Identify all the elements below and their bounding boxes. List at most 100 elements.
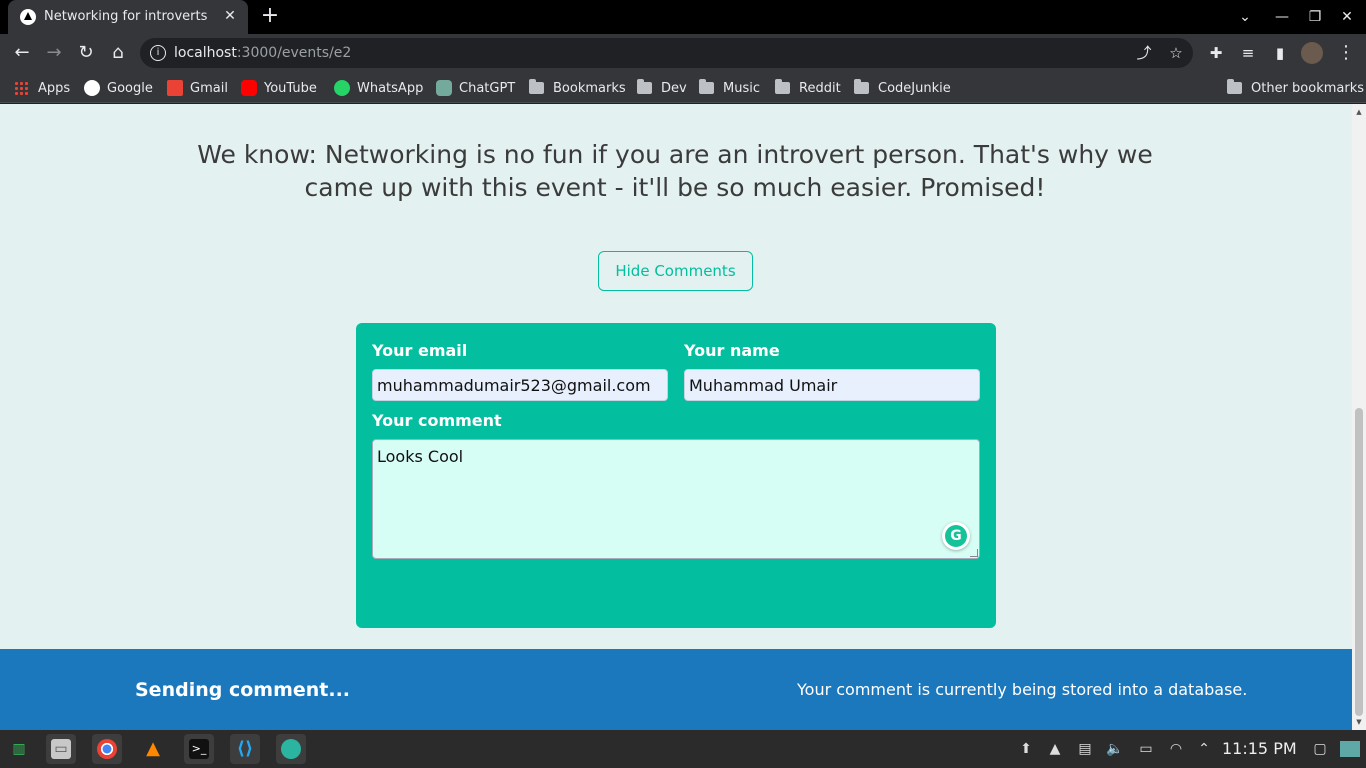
- taskbar-vscode[interactable]: ⟨⟩: [230, 734, 260, 764]
- media-queue-icon[interactable]: ≡: [1236, 41, 1260, 65]
- bookmark-label: Dev: [661, 80, 687, 96]
- taskbar-files[interactable]: ▭: [46, 734, 76, 764]
- notification-bar: Sending comment... Your comment is curre…: [0, 649, 1352, 730]
- close-window-button[interactable]: ✕: [1335, 6, 1359, 28]
- bookmark-star-icon[interactable]: ☆: [1166, 43, 1186, 63]
- bookmark-folder-dev[interactable]: Dev: [637, 78, 687, 98]
- nextjs-favicon-icon: [20, 9, 36, 25]
- browser-toolbar: ← → ↻ ⌂ i localhost:3000/events/e2 ⤴ ☆ ✚…: [0, 34, 1366, 72]
- page-scrollbar[interactable]: ▲ ▼: [1352, 104, 1366, 730]
- url-path: :3000/events/e2: [236, 45, 352, 61]
- gmail-icon: [167, 80, 183, 96]
- scroll-up-arrow-icon[interactable]: ▲: [1355, 108, 1363, 116]
- aperture-icon: [281, 739, 301, 759]
- taskbar-vlc[interactable]: ▲: [138, 734, 168, 764]
- show-desktop-icon[interactable]: ▢: [1310, 739, 1330, 759]
- bookmark-folder-bookmarks[interactable]: Bookmarks: [529, 78, 626, 98]
- bookmark-folder-reddit[interactable]: Reddit: [775, 78, 841, 98]
- tray-expand-icon[interactable]: ⌃: [1194, 739, 1214, 759]
- url-host: localhost: [174, 45, 237, 61]
- terminal-icon: >_: [189, 739, 209, 759]
- grammarly-icon[interactable]: [942, 522, 970, 550]
- new-tab-button[interactable]: +: [258, 4, 282, 28]
- bookmark-label: Google: [107, 80, 153, 96]
- email-field[interactable]: muhammadumair523@gmail.com: [372, 369, 668, 401]
- bookmark-label: Apps: [38, 80, 71, 96]
- bookmark-whatsapp[interactable]: WhatsApp: [334, 78, 423, 98]
- update-icon[interactable]: ⬆: [1016, 739, 1036, 759]
- bookmark-label: Gmail: [190, 80, 228, 96]
- tab-close-icon[interactable]: ✕: [220, 6, 240, 26]
- tab-title: Networking for introverts: [44, 9, 208, 24]
- browser-tab[interactable]: Networking for introverts ✕: [8, 0, 248, 34]
- bookmark-label: ChatGPT: [459, 80, 516, 96]
- page-content: We know: Networking is no fun if you are…: [0, 104, 1352, 730]
- taskbar-app[interactable]: [276, 734, 306, 764]
- taskbar-chrome[interactable]: [92, 734, 122, 764]
- reload-icon[interactable]: ↻: [74, 41, 98, 65]
- bookmark-label: CodeJunkie: [878, 80, 951, 96]
- extensions-puzzle-icon[interactable]: ✚: [1204, 41, 1228, 65]
- youtube-icon: [241, 80, 257, 96]
- bookmark-label: Bookmarks: [553, 80, 626, 96]
- folder-icon: [1227, 79, 1242, 94]
- bookmark-google[interactable]: Google: [84, 78, 153, 98]
- restore-button[interactable]: ❐: [1303, 6, 1327, 28]
- side-panel-icon[interactable]: ▮: [1268, 41, 1292, 65]
- scroll-thumb[interactable]: [1355, 408, 1363, 716]
- chatgpt-icon: [436, 80, 452, 96]
- event-description: We know: Networking is no fun if you are…: [197, 140, 1153, 202]
- wifi-icon[interactable]: ◠: [1166, 739, 1186, 759]
- bookmark-label: WhatsApp: [357, 80, 424, 96]
- whatsapp-icon: [334, 80, 350, 96]
- profile-avatar[interactable]: [1301, 42, 1323, 64]
- folder-icon: [854, 79, 869, 94]
- comment-label: Your comment: [372, 411, 502, 430]
- address-bar[interactable]: i localhost:3000/events/e2 ⤴ ☆: [140, 38, 1193, 68]
- bookmark-apps[interactable]: Apps: [14, 78, 70, 98]
- tab-search-icon[interactable]: ⌄: [1233, 6, 1257, 28]
- hide-comments-button[interactable]: Hide Comments: [598, 251, 753, 291]
- bookmark-folder-codejunkie[interactable]: CodeJunkie: [854, 78, 951, 98]
- share-icon[interactable]: ⤴: [1134, 43, 1154, 63]
- bookmarks-bar: Apps Google Gmail YouTube WhatsApp ChatG…: [0, 72, 1366, 103]
- vlc-tray-icon[interactable]: ▲: [1045, 739, 1065, 759]
- folder-icon: [529, 79, 544, 94]
- taskbar-clock[interactable]: 11:15 PM: [1222, 739, 1297, 758]
- home-icon[interactable]: ⌂: [106, 41, 130, 65]
- email-label: Your email: [372, 341, 468, 360]
- bookmark-folder-music[interactable]: Music: [699, 78, 760, 98]
- vscode-icon: ⟨⟩: [236, 738, 254, 759]
- bookmark-chatgpt[interactable]: ChatGPT: [436, 78, 515, 98]
- bookmark-youtube[interactable]: YouTube: [241, 78, 317, 98]
- url-text[interactable]: localhost:3000/events/e2: [174, 45, 351, 61]
- clipboard-icon[interactable]: ▤: [1075, 739, 1095, 759]
- file-manager-icon: ▭: [51, 739, 71, 759]
- taskbar-terminal[interactable]: >_: [184, 734, 214, 764]
- taskbar-start-menu[interactable]: ▥: [4, 734, 34, 764]
- battery-icon[interactable]: ▭: [1136, 739, 1156, 759]
- scroll-down-arrow-icon[interactable]: ▼: [1355, 718, 1363, 726]
- bookmark-label: Reddit: [799, 80, 841, 96]
- desktop-pager-icon[interactable]: [1340, 741, 1360, 757]
- vlc-icon: ▲: [146, 738, 160, 759]
- google-icon: [84, 80, 100, 96]
- comment-textarea[interactable]: Looks Cool: [372, 439, 980, 559]
- manjaro-icon: ▥: [12, 741, 26, 757]
- chrome-menu-icon[interactable]: ⋮: [1334, 41, 1358, 65]
- folder-icon: [775, 79, 790, 94]
- bookmark-other[interactable]: Other bookmarks: [1227, 78, 1364, 98]
- browser-tab-strip: Networking for introverts ✕ + ⌄ — ❐ ✕: [0, 0, 1366, 34]
- bookmark-label: Other bookmarks: [1251, 80, 1365, 96]
- taskbar: ▥ ▭ ▲ >_ ⟨⟩ ⬆ ▲ ▤ 🔈 ▭ ◠ ⌃ 11:15 PM ▢: [0, 730, 1366, 768]
- forward-icon[interactable]: →: [42, 41, 66, 65]
- bookmark-label: YouTube: [264, 80, 317, 96]
- minimize-button[interactable]: —: [1270, 6, 1294, 28]
- back-icon[interactable]: ←: [10, 41, 34, 65]
- volume-icon[interactable]: 🔈: [1105, 739, 1125, 759]
- resize-handle[interactable]: [970, 549, 978, 557]
- name-field[interactable]: Muhammad Umair: [684, 369, 980, 401]
- site-info-icon[interactable]: i: [150, 45, 166, 61]
- bookmark-gmail[interactable]: Gmail: [167, 78, 228, 98]
- folder-icon: [637, 79, 652, 94]
